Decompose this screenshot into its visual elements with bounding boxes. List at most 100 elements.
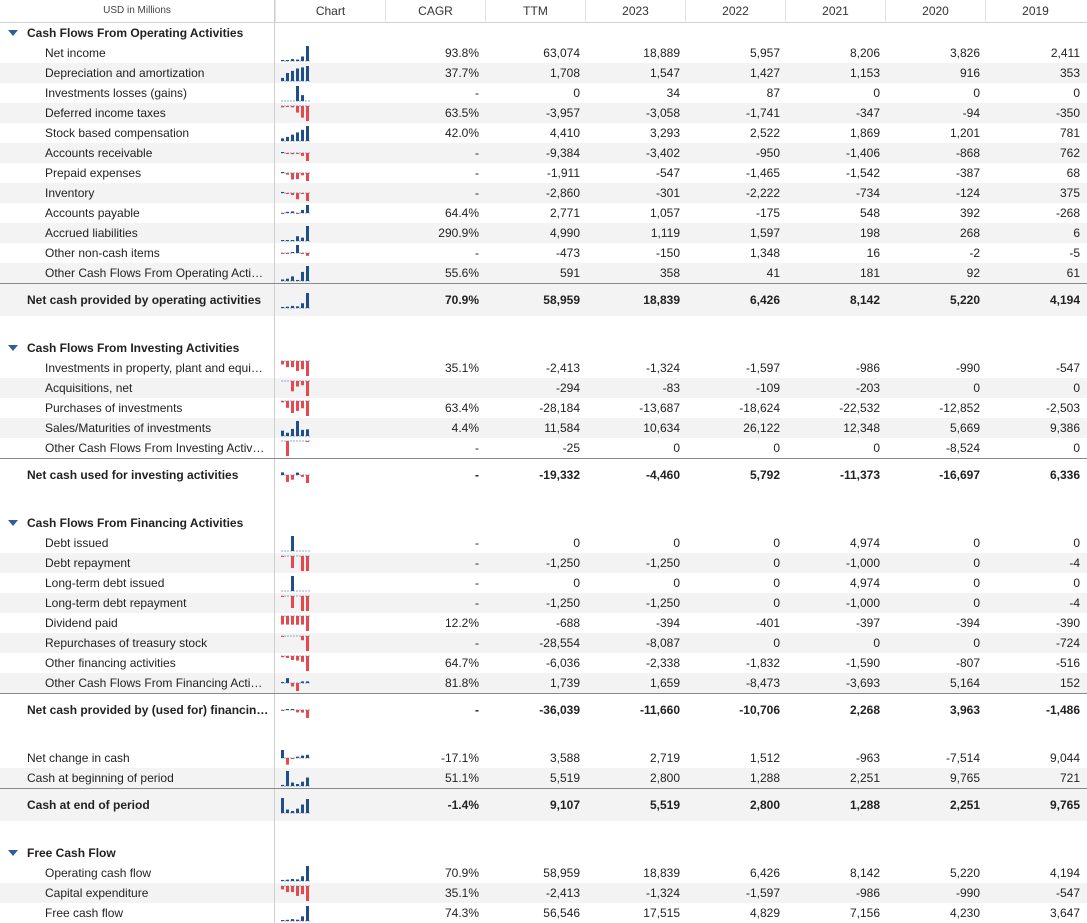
table-row[interactable]: Cash at beginning of period 51.1% 5,519 2,8… [0, 768, 1087, 788]
ttm-column-header[interactable]: TTM [485, 0, 585, 22]
sparkline-chart[interactable] [281, 884, 313, 902]
sparkline-chart[interactable] [281, 534, 313, 552]
table-row[interactable]: Debt repayment - -1,250 -1,250 0 -1,000 0 -4 [0, 553, 1087, 573]
sparkline-chart[interactable] [281, 244, 313, 262]
section-header[interactable]: Cash Flows From Financing Activities [0, 513, 1087, 533]
sparkline-chart[interactable] [281, 796, 313, 814]
table-row[interactable]: Long-term debt issued - 0 0 0 4,974 0 0 [0, 573, 1087, 593]
table-row[interactable]: Sales/Maturities of investments 4.4% 11,58… [0, 418, 1087, 438]
sparkline-chart[interactable] [281, 64, 313, 82]
chart-cell [275, 64, 385, 82]
table-row[interactable]: Net income 93.8% 63,074 18,889 5,957 8,206 3,8… [0, 43, 1087, 63]
sparkline-chart[interactable] [281, 439, 313, 457]
section-header[interactable]: Free Cash Flow [0, 843, 1087, 863]
sparkline-chart[interactable] [281, 144, 313, 162]
table-row[interactable]: Purchases of investments 63.4% -28,184 -13,… [0, 398, 1087, 418]
sparkline-bar [306, 266, 309, 281]
table-row[interactable]: Acquisitions, net -294 -83 -109 -203 0 0 [0, 378, 1087, 398]
sparkline-chart[interactable] [281, 419, 313, 437]
total-row[interactable]: Net cash used for investing activities - -… [0, 458, 1087, 491]
table-row[interactable]: Other Cash Flows From Investing Activ… - -… [0, 438, 1087, 458]
table-row[interactable]: Free cash flow 74.3% 56,546 17,515 4,829 7,15… [0, 903, 1087, 923]
table-row[interactable]: Other Cash Flows From Operating Acti… 55.… [0, 263, 1087, 283]
table-row[interactable]: Stock based compensation 42.0% 4,410 3,293 2… [0, 123, 1087, 143]
2021-column-header[interactable]: 2021 [785, 0, 885, 22]
table-row[interactable]: Investments in property, plant and equi…… [0, 358, 1087, 378]
cagr-column-header[interactable]: CAGR [385, 0, 485, 22]
sparkline-chart[interactable] [281, 104, 313, 122]
2022-value: 1,597 [749, 226, 780, 240]
2022-column-header[interactable]: 2022 [685, 0, 785, 22]
collapse-triangle-icon[interactable] [8, 849, 18, 856]
table-row[interactable]: Capital expenditure 35.1% -2,413 -1,324 -1,5… [0, 883, 1087, 903]
table-row[interactable]: Net change in cash -17.1% 3,588 2,719 1,512 -… [0, 748, 1087, 768]
table-row[interactable]: Long-term debt repayment - -1,250 -1,250 0 -1… [0, 593, 1087, 613]
sparkline-chart[interactable] [281, 574, 313, 592]
sparkline-chart[interactable] [281, 466, 313, 484]
sparkline-chart[interactable] [281, 654, 313, 672]
2020-value: -12,852 [939, 401, 980, 415]
2021-value: -11,373 [839, 468, 880, 482]
sparkline-chart[interactable] [281, 84, 313, 102]
total-row[interactable]: Net cash provided by operating activitie… [0, 283, 1087, 316]
collapse-triangle-icon[interactable] [8, 519, 18, 526]
table-row[interactable]: Repurchases of treasury stock - -28,554 -8,… [0, 633, 1087, 653]
sparkline-chart[interactable] [281, 264, 313, 282]
table-row[interactable]: Debt issued - 0 0 0 4,974 0 0 [0, 533, 1087, 553]
sparkline-chart[interactable] [281, 674, 313, 692]
sparkline-chart[interactable] [281, 184, 313, 202]
table-row[interactable]: Depreciation and amortization 37.7% 1,708 1… [0, 63, 1087, 83]
sparkline-bar [291, 428, 294, 436]
sparkline-chart[interactable] [281, 379, 313, 397]
section-header[interactable]: Cash Flows From Investing Activities [0, 338, 1087, 358]
table-row[interactable]: Investments losses (gains) - 0 34 87 0 0 0 [0, 83, 1087, 103]
sparkline-chart[interactable] [281, 554, 313, 572]
row-label: Accounts receivable [0, 143, 275, 163]
sparkline-chart[interactable] [281, 291, 313, 309]
row-label: Other financing activities [0, 653, 275, 673]
table-row[interactable]: Other financing activities 64.7% -6,036 -2,… [0, 653, 1087, 673]
sparkline-bar [291, 193, 294, 196]
sparkline-chart[interactable] [281, 124, 313, 142]
table-row[interactable]: Other non-cash items - -473 -150 1,348 16 -2 -5 [0, 243, 1087, 263]
sparkline-chart[interactable] [281, 634, 313, 652]
cagr-value: 64.7% [444, 656, 479, 670]
table-row[interactable]: Accounts receivable - -9,384 -3,402 -950 -1,4… [0, 143, 1087, 163]
sparkline-chart[interactable] [281, 164, 313, 182]
sparkline-chart[interactable] [281, 749, 313, 767]
table-row[interactable]: Operating cash flow 70.9% 58,959 18,839 6,42… [0, 863, 1087, 883]
sparkline-chart[interactable] [281, 594, 313, 612]
sparkline-chart[interactable] [281, 359, 313, 377]
2021-value: -986 [855, 886, 880, 900]
sparkline-chart[interactable] [281, 904, 313, 922]
sparkline-chart[interactable] [281, 701, 313, 719]
total-row[interactable]: Cash at end of period -1.4% 9,107 5,519 2,80… [0, 788, 1087, 821]
sparkline-chart[interactable] [281, 44, 313, 62]
sparkline-chart[interactable] [281, 769, 313, 787]
table-row[interactable]: Other Cash Flows From Financing Acti… 81.… [0, 673, 1087, 693]
table-row[interactable]: Prepaid expenses - -1,911 -547 -1,465 -1,542 -… [0, 163, 1087, 183]
table-row[interactable]: Accrued liabilities 290.9% 4,990 1,119 1,597… [0, 223, 1087, 243]
table-row[interactable]: Deferred income taxes 63.5% -3,957 -3,058 -1… [0, 103, 1087, 123]
table-row[interactable]: Accounts payable 64.4% 2,771 1,057 -175 548 39… [0, 203, 1087, 223]
chart-column-header[interactable]: Chart [275, 0, 385, 22]
total-row[interactable]: Net cash provided by (used for) financin… [0, 693, 1087, 726]
sparkline-chart[interactable] [281, 614, 313, 632]
sparkline-bar [301, 401, 304, 409]
sparkline-chart[interactable] [281, 224, 313, 242]
section-header[interactable]: Cash Flows From Operating Activities [0, 23, 1087, 43]
collapse-triangle-icon[interactable] [8, 344, 18, 351]
sparkline-bar [291, 240, 294, 241]
sparkline-chart[interactable] [281, 399, 313, 417]
sparkline-chart[interactable] [281, 864, 313, 882]
sparkline-bar [291, 683, 294, 687]
sparkline-chart[interactable] [281, 204, 313, 222]
sparkline-bar [296, 886, 299, 896]
2023-value: -11,660 [639, 703, 680, 717]
table-row[interactable]: Inventory - -2,860 -301 -2,222 -734 -124 375 [0, 183, 1087, 203]
2023-column-header[interactable]: 2023 [585, 0, 685, 22]
2020-column-header[interactable]: 2020 [885, 0, 985, 22]
2019-column-header[interactable]: 2019 [985, 0, 1085, 22]
collapse-triangle-icon[interactable] [8, 29, 18, 36]
table-row[interactable]: Dividend paid 12.2% -688 -394 -401 -397 -394 -3… [0, 613, 1087, 633]
